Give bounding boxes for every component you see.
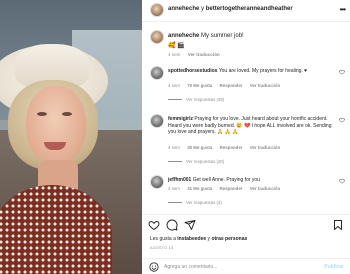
commenter-avatar[interactable] xyxy=(150,175,164,189)
comment-like-heart-icon[interactable] xyxy=(339,117,345,123)
view-replies-label[interactable]: Ver respuestas (49) xyxy=(186,97,224,102)
comment-age: 4 sem xyxy=(168,186,180,191)
view-replies[interactable]: Ver respuestas (49) xyxy=(168,97,224,102)
comment-reply-link[interactable]: Responder xyxy=(220,145,243,150)
commenter-username[interactable]: femmigirlz xyxy=(168,116,193,122)
comment-translate-link[interactable]: Ver traducción xyxy=(250,83,281,88)
likes-others[interactable]: otras personas xyxy=(211,236,247,242)
post-image[interactable] xyxy=(0,0,142,274)
comment-meta: 4 sem 30 Me gusta Responder Ver traducci… xyxy=(168,145,286,150)
likes-summary: Les gusta a instabeedee y otras personas xyxy=(150,236,247,242)
comment-likes[interactable]: 30 Me gusta xyxy=(187,145,212,150)
left-eye xyxy=(37,112,47,116)
comment-text: You are loved. My prayers for healing. ♥ xyxy=(218,68,308,74)
post-date: AGOSTO 15 xyxy=(150,246,174,250)
commenter-username[interactable]: jeffhm001 xyxy=(168,177,191,183)
comment-bubble-icon[interactable] xyxy=(166,219,178,231)
caption-body: My summer job! xyxy=(201,33,244,39)
likes-prefix: Les gusta a xyxy=(150,236,178,242)
comment-reply-link[interactable]: Responder xyxy=(220,186,243,191)
caption-meta: 4 sem Ver traducción xyxy=(168,52,226,57)
caption-text: anneheche My summer job! xyxy=(168,33,244,39)
caption-emojis: 🥰 🎬 xyxy=(168,43,185,49)
right-eye xyxy=(62,112,72,116)
collab-username[interactable]: bettertogetheranneandheather xyxy=(206,6,293,12)
caption-translate-link[interactable]: Ver traducción xyxy=(188,52,220,57)
comment-meta: 4 sem 70 Me gusta Responder Ver traducci… xyxy=(168,83,286,88)
more-options-icon[interactable]: ••• xyxy=(340,5,346,14)
comment-age: 4 sem xyxy=(168,145,180,150)
comment-reply-link[interactable]: Responder xyxy=(220,83,243,88)
comment-meta: 4 sem 31 Me gusta Responder Ver traducci… xyxy=(168,186,286,191)
face xyxy=(26,86,86,166)
like-heart-icon[interactable] xyxy=(148,219,160,231)
view-replies[interactable]: Ver respuestas (4) xyxy=(168,200,222,205)
caption-username[interactable]: anneheche xyxy=(168,33,199,39)
comment-input[interactable] xyxy=(164,262,314,272)
replies-line xyxy=(168,202,182,203)
view-replies[interactable]: Ver respuestas (20) xyxy=(168,159,224,164)
add-comment-bar: Publicar xyxy=(142,258,350,274)
post-header: anneheche y bettertogetheranneandheather… xyxy=(142,0,350,22)
comment-like-heart-icon[interactable] xyxy=(339,178,345,184)
post-action-bar xyxy=(142,214,350,234)
replies-line xyxy=(168,99,182,100)
comment-translate-link[interactable]: Ver traducción xyxy=(250,145,281,150)
comment-likes[interactable]: 31 Me gusta xyxy=(187,186,212,191)
comment-translate-link[interactable]: Ver traducción xyxy=(250,186,281,191)
comment-text: Get well Anne. Praying for you xyxy=(192,177,260,183)
save-bookmark-icon[interactable] xyxy=(332,219,344,231)
author-names[interactable]: anneheche y bettertogetheranneandheather xyxy=(168,6,293,12)
author-avatar[interactable] xyxy=(150,3,164,17)
view-replies-label[interactable]: Ver respuestas (20) xyxy=(186,159,224,164)
likes-user[interactable]: instabeedee xyxy=(177,236,206,242)
comment-like-heart-icon[interactable] xyxy=(339,69,345,75)
comment-text: Praying for you love. Just heard about y… xyxy=(168,116,332,136)
commenter-avatar[interactable] xyxy=(150,66,164,80)
caption-age: 4 sem xyxy=(168,52,181,57)
commenter-avatar[interactable] xyxy=(150,114,164,128)
emoji-smiley-icon[interactable] xyxy=(149,262,159,272)
caption-avatar[interactable] xyxy=(150,30,164,44)
publish-button[interactable]: Publicar xyxy=(324,264,344,270)
comment-age: 4 sem xyxy=(168,83,180,88)
author-username[interactable]: anneheche xyxy=(168,6,199,12)
post-caption: anneheche My summer job! 🥰 🎬 4 sem Ver t… xyxy=(142,22,350,62)
view-replies-label[interactable]: Ver respuestas (4) xyxy=(186,200,222,205)
share-paper-plane-icon[interactable] xyxy=(184,219,196,231)
comment-body: jeffhm001 Get well Anne. Praying for you xyxy=(168,177,332,184)
comment-body: femmigirlz Praying for you love. Just he… xyxy=(168,116,332,136)
replies-line xyxy=(168,161,182,162)
comment-likes[interactable]: 70 Me gusta xyxy=(187,83,212,88)
commenter-username[interactable]: spottedhorsestudios xyxy=(168,68,217,74)
comment-body: spottedhorsestudios You are loved. My pr… xyxy=(168,68,332,75)
